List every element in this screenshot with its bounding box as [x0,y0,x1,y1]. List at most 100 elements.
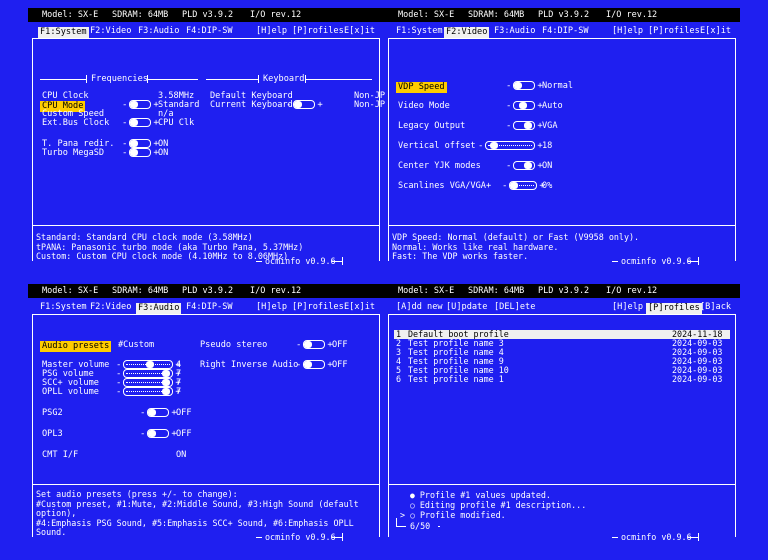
profiles-menu[interactable]: [P]rofiles [292,303,344,312]
help-line: #Custom preset, #1:Mute, #2:Middle Sound… [36,498,359,519]
profile-number: 6 [396,374,402,384]
opll-volume-slider[interactable]: - + [116,387,181,397]
tpana-redir-toggle[interactable]: - + [122,139,159,149]
status-pld: PLD v3.9.2 [182,286,234,296]
status-bar: Model: SX-E SDRAM: 64MB PLD v3.9.2 I/O r… [384,8,740,22]
video-mode-value: Auto [542,101,563,111]
exit-menu[interactable]: E[x]it [700,27,731,36]
center-yjk-label: Center YJK modes [398,161,481,171]
tab-system[interactable]: F1:System [396,27,443,36]
system-screen: Model: SX-E SDRAM: 64MB PLD v3.9.2 I/O r… [28,8,386,272]
current-keyboard-toggle[interactable]: - + [286,100,323,110]
cpu-mode-toggle[interactable]: - + [122,100,159,110]
status-pld: PLD v3.9.2 [538,286,590,296]
turbo-megasd-label: Turbo MegaSD [42,148,105,158]
message-line: ○ Editing profile #1 description... [410,501,586,510]
divider [332,261,342,262]
video-mode-label: Video Mode [398,101,450,111]
help-menu[interactable]: [H]elp [256,27,287,36]
tab-dip-sw[interactable]: F4:DIP-SW [186,27,233,36]
tab-video[interactable]: F2:Video [90,27,131,36]
ext-bus-clock-toggle[interactable]: - + [122,118,159,128]
status-sdram: SDRAM: 64MB [112,286,169,296]
video-mode-toggle[interactable]: - + [506,101,543,111]
legacy-output-value: VGA [542,121,558,131]
exit-menu[interactable]: E[x]it [344,27,375,36]
right-inverse-toggle[interactable]: - + [296,360,333,370]
divider [396,518,397,526]
tab-dip-sw[interactable]: F4:DIP-SW [542,27,589,36]
profiles-menu[interactable]: [P]rofiles [646,303,702,314]
profiles-menu[interactable]: [P]rofiles [292,27,344,36]
profile-row[interactable]: 6 Test profile name 1 2024-09-03 [394,375,730,384]
divider [698,533,699,541]
center-yjk-toggle[interactable]: - + [506,161,543,171]
exit-menu[interactable]: E[x]it [344,303,375,312]
status-sdram: SDRAM: 64MB [468,10,525,20]
pseudo-stereo-label: Pseudo stereo [200,340,268,350]
keyboard-title: Keyboard [263,74,305,84]
divider [32,484,379,485]
pseudo-stereo-toggle[interactable]: - + [296,340,333,350]
tab-system[interactable]: F1:System [40,303,87,312]
tab-dip-sw[interactable]: F4:DIP-SW [186,303,233,312]
master-volume-slider[interactable]: - + [116,360,181,370]
opll-volume-value: 7 [176,387,182,397]
audio-presets-value: #Custom [118,340,155,350]
vdp-speed-label[interactable]: VDP Speed [396,82,447,93]
profiles-menu[interactable]: [P]rofiles [648,27,700,36]
center-yjk-value: ON [542,161,553,171]
scanlines-value: 0% [542,181,553,191]
message-line: ● Profile #1 values updated. [410,491,551,500]
divider [342,257,343,265]
divider [332,537,342,538]
audio-presets-label[interactable]: Audio presets [40,341,112,352]
psg2-toggle[interactable]: - + [140,408,177,418]
audio-screen: Model: SX-E SDRAM: 64MB PLD v3.9.2 I/O r… [28,284,384,548]
turbo-megasd-toggle[interactable]: - + [122,148,159,158]
tab-video[interactable]: F2:Video [90,303,131,312]
version-footer: ocminfo v0.9.6 [265,256,336,266]
status-model: Model: SX-E [42,286,99,296]
help-menu[interactable]: [H]elp [612,303,643,312]
update-profile-button[interactable]: [U]pdate [446,303,487,312]
psg-volume-slider[interactable]: - + [116,369,181,379]
vdp-speed-toggle[interactable]: - + [506,81,543,91]
tab-audio[interactable]: F3:Audio [136,303,182,314]
opll-volume-label: OPLL volume [42,387,99,397]
tab-audio[interactable]: F3:Audio [494,27,535,36]
divider [396,526,406,527]
divider [388,484,735,485]
tab-audio[interactable]: F3:Audio [138,27,179,36]
current-keyboard-value: Non-JP [354,100,386,110]
divider [612,537,618,538]
vertical-offset-slider[interactable]: - + [478,141,543,151]
scc-volume-slider[interactable]: - + [116,378,181,388]
add-profile-button[interactable]: [A]dd new [396,303,443,312]
chevron-right-icon: > [400,510,406,520]
bullet-filled-icon: ● [410,491,415,500]
divider [688,537,698,538]
status-pld: PLD v3.9.2 [538,10,590,20]
bullet-empty-icon: ○ [410,501,415,510]
help-menu[interactable]: [H]elp [256,303,287,312]
turbo-megasd-value: ON [158,148,169,158]
version-footer: ocminfo v0.9.6 [265,532,336,542]
vertical-offset-value: 18 [542,141,553,151]
divider [40,79,86,80]
help-menu[interactable]: [H]elp [612,27,643,36]
back-menu[interactable]: [B]ack [700,303,731,312]
version-footer: ocminfo v0.9.6 [621,532,692,542]
status-sdram: SDRAM: 64MB [468,286,525,296]
delete-profile-button[interactable]: [DEL]ete [494,303,535,312]
status-model: Model: SX-E [398,286,455,296]
opl3-toggle[interactable]: - + [140,429,177,439]
menu-bar: [A]dd new [U]pdate [DEL]ete [H]elp [P]ro… [390,301,731,315]
opl3-label: OPL3 [42,429,63,439]
legacy-output-toggle[interactable]: - + [506,121,543,131]
cpu-clock-label: CPU Clock [42,91,89,101]
tab-system[interactable]: F1:System [38,27,89,38]
legacy-output-label: Legacy Output [398,121,466,131]
scanlines-slider[interactable]: - + [502,181,545,191]
tab-video[interactable]: F2:Video [444,27,490,38]
